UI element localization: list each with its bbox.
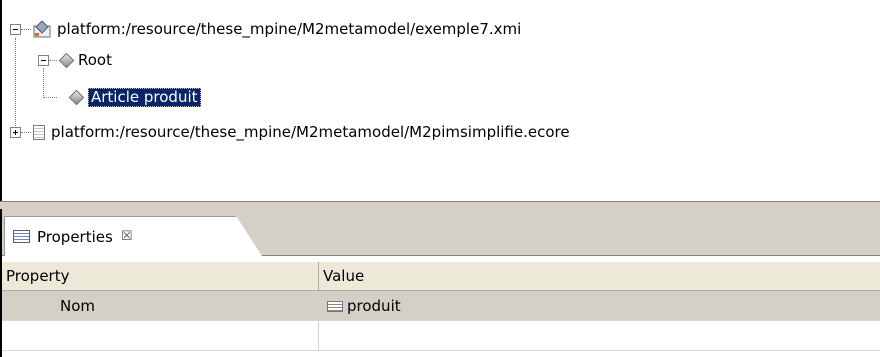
tree-item-label: platform:/resource/these_mpine/M2metamod… <box>51 123 570 141</box>
tab-label: Properties <box>37 227 113 246</box>
tree-item-root[interactable]: Root <box>38 50 112 70</box>
document-icon <box>33 124 45 140</box>
diamond-icon <box>68 89 85 105</box>
column-header-value[interactable]: Value <box>318 262 880 291</box>
property-name: Nom <box>60 297 96 315</box>
column-header-property[interactable]: Property <box>2 262 318 291</box>
text-value-icon <box>327 300 343 312</box>
model-tree: platform:/resource/these_mpine/M2metamod… <box>2 0 880 201</box>
tree-item-label: Article produit <box>88 87 201 107</box>
empty-value-cell <box>318 321 327 351</box>
package-icon <box>33 20 51 38</box>
properties-table: Property Value Nom produit <box>2 262 880 357</box>
tab-properties[interactable]: Properties ☒ <box>4 216 262 256</box>
tree-item-label: Root <box>78 51 112 69</box>
table-header: Property Value <box>2 262 880 291</box>
table-row-empty <box>2 321 880 351</box>
tree-connector <box>43 96 57 98</box>
view-divider <box>0 201 880 209</box>
expand-toggle[interactable] <box>10 126 21 138</box>
property-value[interactable]: produit <box>318 291 401 321</box>
tree-item-label: platform:/resource/these_mpine/M2metamod… <box>57 20 522 38</box>
properties-icon <box>13 230 30 243</box>
property-value-text: produit <box>347 297 401 315</box>
diamond-icon <box>58 52 75 68</box>
tree-item-m2pimsimplifie[interactable]: platform:/resource/these_mpine/M2metamod… <box>10 122 570 142</box>
properties-tabbar: Properties ☒ <box>2 209 880 256</box>
close-icon[interactable]: ☒ <box>121 229 133 244</box>
tree-item-exemple7[interactable]: platform:/resource/these_mpine/M2metamod… <box>10 19 521 39</box>
tree-connector <box>21 131 31 133</box>
collapse-toggle[interactable] <box>38 54 49 66</box>
tree-connector <box>15 38 16 132</box>
collapse-toggle[interactable] <box>10 23 21 35</box>
tree-item-article-produit[interactable]: Article produit <box>43 87 201 107</box>
tree-connector <box>21 28 31 30</box>
tree-connector <box>49 59 57 61</box>
table-row[interactable]: Nom produit <box>2 291 880 321</box>
